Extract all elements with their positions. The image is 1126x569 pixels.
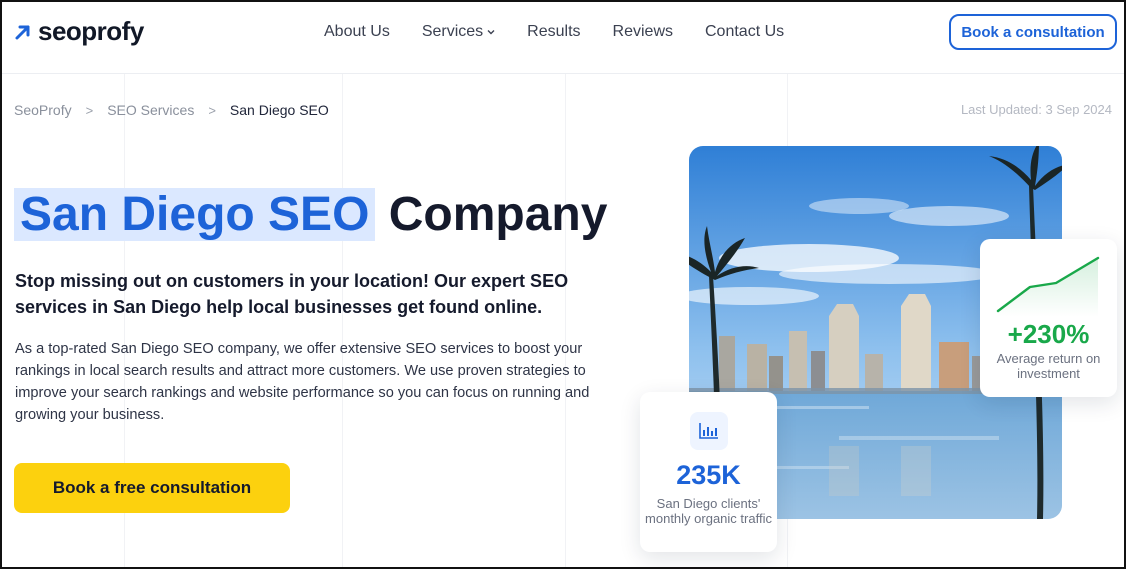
nav-contact-us[interactable]: Contact Us xyxy=(705,23,784,41)
nav-results[interactable]: Results xyxy=(527,23,580,41)
site-header: seoprofy About Us Services Results Revie… xyxy=(2,2,1124,74)
traffic-stat-card: 235K San Diego clients' monthly organic … xyxy=(640,392,777,552)
chevron-down-icon xyxy=(487,30,495,35)
traffic-stat-label: San Diego clients' monthly organic traff… xyxy=(645,496,772,526)
growth-line-icon xyxy=(996,256,1100,317)
last-updated: Last Updated: 3 Sep 2024 xyxy=(960,102,1112,117)
nav-reviews[interactable]: Reviews xyxy=(613,23,673,41)
nav-about-us[interactable]: About Us xyxy=(324,23,390,41)
page-title-rest: Company xyxy=(388,188,608,241)
book-free-consultation-button[interactable]: Book a free consultation xyxy=(14,463,290,513)
page-title-highlight: San Diego SEO xyxy=(14,188,376,241)
book-consultation-button[interactable]: Book a consultation xyxy=(949,14,1117,50)
hero-body: As a top-rated San Diego SEO company, we… xyxy=(15,341,590,423)
roi-stat-value: +230% xyxy=(1007,319,1090,349)
page-frame: seoprofy About Us Services Results Revie… xyxy=(0,0,1126,569)
breadcrumb-item-seoprofy[interactable]: SeoProfy xyxy=(14,102,72,118)
grid-line xyxy=(565,74,566,567)
bar-chart-icon xyxy=(689,412,728,450)
breadcrumb: SeoProfy > SEO Services > San Diego SEO xyxy=(14,102,329,118)
breadcrumb-separator: > xyxy=(85,102,94,118)
traffic-stat-value: 235K xyxy=(676,460,741,490)
breadcrumb-item-current: San Diego SEO xyxy=(229,102,329,118)
roi-stat-label: Average return on investment xyxy=(996,351,1101,381)
hero-lead: Stop missing out on customers in your lo… xyxy=(15,271,569,317)
logo-text: seoprofy xyxy=(38,16,144,46)
arrow-icon xyxy=(15,25,30,39)
breadcrumb-item-seo-services[interactable]: SEO Services xyxy=(107,102,194,118)
page-title: San Diego SEO Company xyxy=(14,184,607,246)
nav-services[interactable]: Services xyxy=(422,23,495,41)
breadcrumb-separator: > xyxy=(208,102,216,118)
nav-services-label: Services xyxy=(421,23,484,40)
grid-line xyxy=(342,74,343,567)
logo[interactable]: seoprofy xyxy=(14,16,144,47)
roi-stat-card: +230% Average return on investment xyxy=(980,239,1117,397)
main-nav: About Us Services Results Reviews Contac… xyxy=(324,23,784,41)
bar-chart-icon-glyph xyxy=(698,423,718,439)
